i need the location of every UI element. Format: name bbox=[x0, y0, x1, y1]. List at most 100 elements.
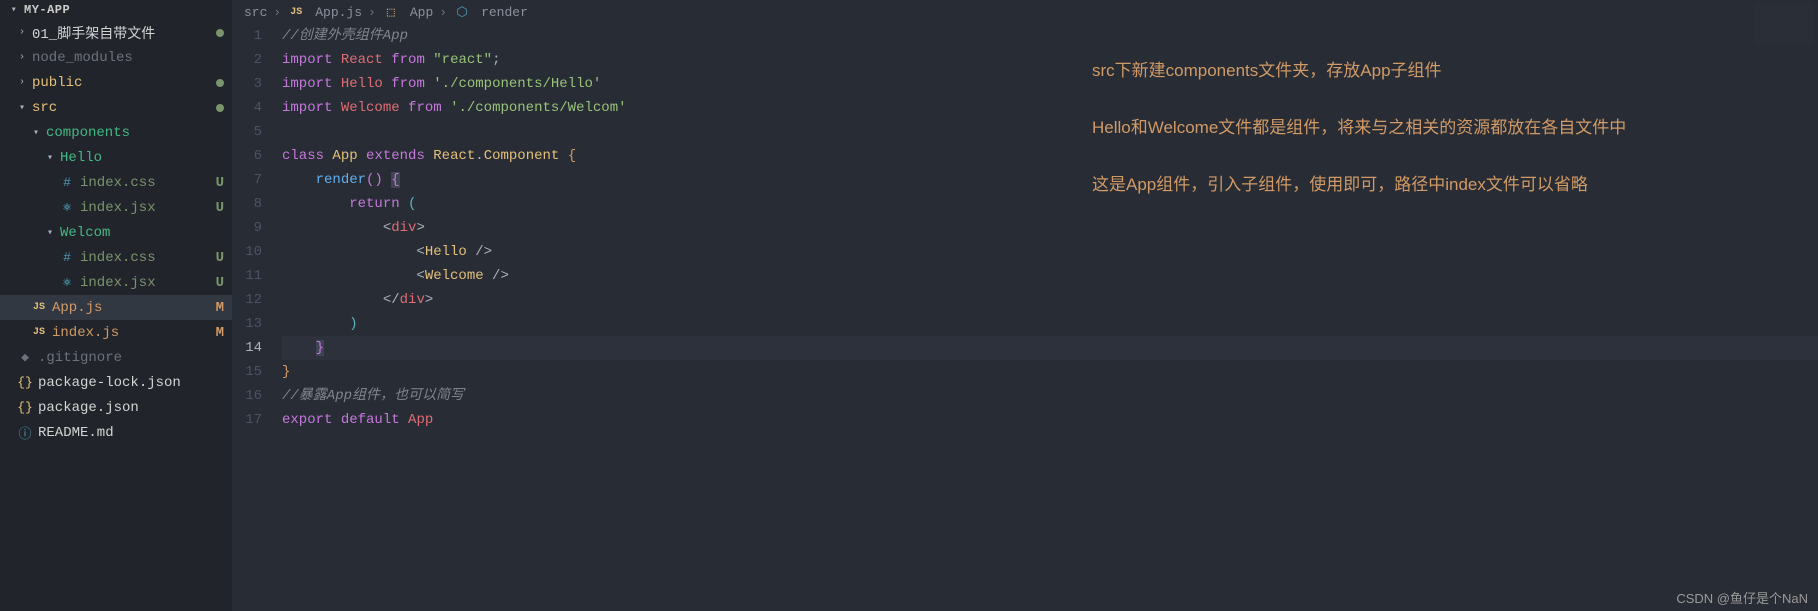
file--gitignore[interactable]: ◆ .gitignore bbox=[0, 345, 232, 370]
chevron-down-icon: ▾ bbox=[30, 127, 42, 139]
annotation-text: src下新建components文件夹，存放App子组件 bbox=[1092, 56, 1626, 81]
code-line[interactable]: </div> bbox=[282, 288, 1818, 312]
annotation-overlay: src下新建components文件夹，存放App子组件Hello和Welcom… bbox=[1092, 56, 1626, 227]
tree-item-label: public bbox=[32, 75, 210, 91]
file-app-js[interactable]: JS App.jsM bbox=[0, 295, 232, 320]
project-title: MY-APP bbox=[24, 3, 70, 17]
tree-item-label: .gitignore bbox=[38, 350, 224, 366]
line-number: 10 bbox=[232, 240, 262, 264]
file-package-lock-json[interactable]: {} package-lock.json bbox=[0, 370, 232, 395]
chevron-right-icon: › bbox=[16, 52, 28, 63]
file-index-jsx[interactable]: ⚛index.jsxU bbox=[0, 195, 232, 220]
tree-item-label: package.json bbox=[38, 400, 224, 416]
code-line[interactable]: //暴露App组件，也可以简写 bbox=[282, 384, 1818, 408]
js-icon: JS bbox=[30, 327, 48, 338]
vcs-status-badge: M bbox=[216, 325, 224, 341]
code-line[interactable]: <Hello /> bbox=[282, 240, 1818, 264]
hash-icon: ⬡ bbox=[453, 5, 471, 20]
chevron-down-icon: ▾ bbox=[8, 4, 20, 16]
hash-icon: # bbox=[58, 250, 76, 265]
file-readme-md[interactable]: ⓘREADME.md bbox=[0, 420, 232, 445]
breadcrumb-item[interactable]: App.js bbox=[315, 5, 362, 20]
vcs-status-badge: M bbox=[216, 300, 224, 316]
tree-item-label: node_modules bbox=[32, 50, 224, 66]
tree-item-label: index.css bbox=[80, 175, 212, 191]
json-icon: {} bbox=[16, 400, 34, 415]
chevron-down-icon: ▾ bbox=[44, 152, 56, 164]
tree-item-label: package-lock.json bbox=[38, 375, 224, 391]
git-icon: ◆ bbox=[16, 350, 34, 365]
folder-components[interactable]: ▾components bbox=[0, 120, 232, 145]
file-index-js[interactable]: JS index.jsM bbox=[0, 320, 232, 345]
line-number: 16 bbox=[232, 384, 262, 408]
line-number: 13 bbox=[232, 312, 262, 336]
tree-item-label: 01_脚手架自带文件 bbox=[32, 23, 210, 43]
json-icon: {} bbox=[16, 375, 34, 390]
folder-public[interactable]: › public bbox=[0, 70, 232, 95]
breadcrumb-sep-icon: › bbox=[439, 5, 447, 20]
vcs-status-badge: U bbox=[216, 250, 224, 266]
tree-item-label: index.jsx bbox=[80, 275, 212, 291]
watermark: CSDN @鱼仔是个NaN bbox=[1676, 588, 1808, 607]
react-icon: ⚛ bbox=[58, 275, 76, 290]
line-number: 3 bbox=[232, 72, 262, 96]
line-number: 5 bbox=[232, 120, 262, 144]
json-icon: ⬚ bbox=[382, 5, 400, 20]
breadcrumb-sep-icon: › bbox=[273, 5, 281, 20]
line-gutter: 1234567891011121314151617 bbox=[232, 24, 278, 611]
file-tree: ›01_脚手架自带文件 › node_modules › public ▾ src ▾comp… bbox=[0, 20, 232, 445]
breadcrumb[interactable]: src › JS App.js › ⬚ App › ⬡ render bbox=[232, 0, 1818, 24]
js-icon: JS bbox=[287, 7, 305, 18]
tree-item-label: Hello bbox=[60, 150, 224, 166]
minimap[interactable] bbox=[1754, 4, 1814, 44]
tree-item-label: README.md bbox=[38, 425, 224, 441]
code-line[interactable]: ) bbox=[282, 312, 1818, 336]
breadcrumb-item[interactable]: App bbox=[410, 5, 433, 20]
js-icon: JS bbox=[30, 302, 48, 313]
editor-area: src›JSApp.js›⬚App›⬡render 12345678910111… bbox=[232, 0, 1818, 611]
folder-node_modules[interactable]: › node_modules bbox=[0, 45, 232, 70]
chevron-down-icon: ▾ bbox=[44, 227, 56, 239]
line-number: 12 bbox=[232, 288, 262, 312]
folder-hello[interactable]: ▾ Hello bbox=[0, 145, 232, 170]
tree-item-label: index.js bbox=[52, 325, 212, 341]
tree-item-label: index.css bbox=[80, 250, 212, 266]
chevron-right-icon: › bbox=[16, 77, 28, 88]
breadcrumb-item[interactable]: render bbox=[481, 5, 528, 20]
breadcrumb-sep-icon: › bbox=[368, 5, 376, 20]
folder-01_-------[interactable]: ›01_脚手架自带文件 bbox=[0, 20, 232, 45]
file-index-jsx[interactable]: ⚛ index.jsxU bbox=[0, 270, 232, 295]
code-line[interactable]: <Welcome /> bbox=[282, 264, 1818, 288]
line-number: 4 bbox=[232, 96, 262, 120]
file-index-css[interactable]: # index.cssU bbox=[0, 245, 232, 270]
folder-welcom[interactable]: ▾ Welcom bbox=[0, 220, 232, 245]
line-number: 15 bbox=[232, 360, 262, 384]
line-number: 6 bbox=[232, 144, 262, 168]
code-line[interactable]: } bbox=[282, 336, 1818, 360]
info-icon: ⓘ bbox=[16, 423, 34, 442]
line-number: 14 bbox=[232, 336, 262, 360]
annotation-text: 这是App组件，引入子组件，使用即可，路径中index文件可以省略 bbox=[1092, 170, 1626, 195]
line-number: 1 bbox=[232, 24, 262, 48]
chevron-down-icon: ▾ bbox=[16, 102, 28, 114]
code-line[interactable]: } bbox=[282, 360, 1818, 384]
file-index-css[interactable]: # index.cssU bbox=[0, 170, 232, 195]
vcs-status-badge: U bbox=[216, 275, 224, 291]
explorer-header[interactable]: ▾ MY-APP bbox=[0, 0, 232, 20]
vcs-status-badge: U bbox=[216, 175, 224, 191]
modified-dot-icon bbox=[216, 104, 224, 112]
tree-item-label: App.js bbox=[52, 300, 212, 316]
modified-dot-icon bbox=[216, 79, 224, 87]
folder-src[interactable]: ▾ src bbox=[0, 95, 232, 120]
breadcrumb-item[interactable]: src bbox=[244, 5, 267, 20]
hash-icon: # bbox=[58, 175, 76, 190]
line-number: 7 bbox=[232, 168, 262, 192]
code-line[interactable]: //创建外壳组件App bbox=[282, 24, 1818, 48]
file-package-json[interactable]: {} package.json bbox=[0, 395, 232, 420]
tree-item-label: Welcom bbox=[60, 225, 224, 241]
code-line[interactable]: export default App bbox=[282, 408, 1818, 432]
tree-item-label: src bbox=[32, 100, 210, 116]
file-explorer: ▾ MY-APP ›01_脚手架自带文件 › node_modules › public… bbox=[0, 0, 232, 611]
line-number: 2 bbox=[232, 48, 262, 72]
line-number: 11 bbox=[232, 264, 262, 288]
